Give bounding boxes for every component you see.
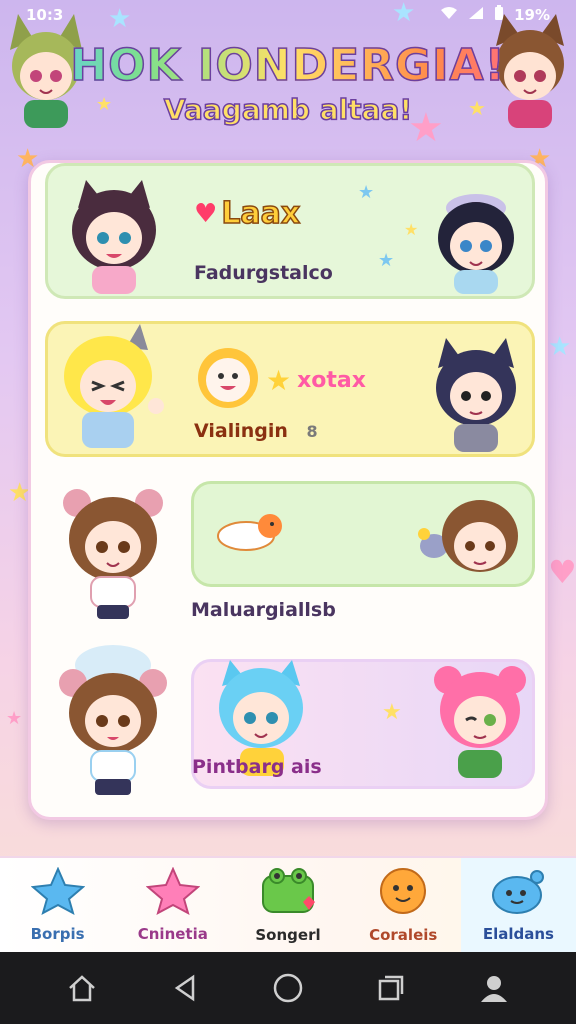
back-button[interactable] [165,968,205,1008]
profile-button[interactable] [474,968,514,1008]
chibi-robot-girl-avatar [428,182,524,298]
green-frog-icon [259,866,317,920]
card-1-label: Fadurgstalco [194,262,333,284]
chibi-bear-girl-avatar [55,481,171,625]
nav-item-5-label: Elaldans [482,925,554,943]
chibi-cat-girl-avatar [64,174,164,298]
card-3-label: Maluargiallsb [191,599,336,621]
card-2-badge: ★ xotax [196,346,366,414]
star-icon: ★ [382,700,402,725]
star-icon: ★ [378,250,395,271]
wifi-icon [440,6,458,24]
nav-item-2-label: Cninetia [137,925,208,943]
star-icon: ★ [392,0,416,28]
chibi-pink-hair-girl-avatar [430,658,530,782]
signal-icon [468,6,484,24]
app-title: HOK IONDERGIA! [0,39,576,92]
chibi-brown-hair-boy-avatar [414,494,524,590]
star-icon: ★ [404,220,419,239]
back-triangle-icon [174,974,195,1002]
circle-icon [273,973,303,1003]
heart-icon: ♥ [548,553,576,591]
home-icon [68,975,95,1002]
star-icon: ★ [548,332,572,362]
nav-item-2[interactable]: Cninetia [115,858,230,952]
nav-item-3[interactable]: Songerl [230,858,345,952]
character-card-3[interactable] [191,481,535,587]
bottom-navigation: Borpis Cninetia Songerl Coraleis Elaldan… [0,856,576,952]
system-navigation-bar [0,952,576,1024]
home-circle-button[interactable] [268,968,308,1008]
character-card-1[interactable]: ♥ Laax Fadurgstalco ★ ★ ★ [45,163,535,299]
card-1-badge-text: Laax [221,195,301,232]
character-list-panel: ♥ Laax Fadurgstalco ★ ★ ★ ★ xotax Vialin… [28,160,548,820]
recents-icon [378,975,404,1001]
chibi-bear-beanie-avatar [53,641,173,805]
star-icon: ★ [108,4,132,34]
nav-item-4[interactable]: Coraleis [346,858,461,952]
smiley-face-icon [196,346,260,414]
nav-item-1-label: Borpis [30,925,85,943]
card-1-badge: ♥ Laax [194,195,301,232]
app-header: HOK IONDERGIA! Vaagamb altaa! [0,39,576,127]
card-2-note: 8 [306,422,318,441]
card-2-badge-text: xotax [297,367,366,393]
chibi-blonde-cat-avatar [52,320,172,456]
heart-icon: ♥ [194,198,218,229]
character-card-2[interactable]: ★ xotax Vialingin 8 [45,321,535,457]
person-icon [481,976,508,1002]
blue-blob-icon [489,867,547,919]
app-subtitle: Vaagamb altaa! [163,92,413,127]
flying-fox-icon [210,502,290,566]
character-card-4[interactable]: ★ Pintbarg ais [191,659,535,789]
nav-item-5[interactable]: Elaldans [460,858,576,952]
home-button[interactable] [62,968,102,1008]
card-4-label: Pintbarg ais [192,756,322,778]
star-icon: ★ [6,708,23,729]
chibi-dark-hair-cat-avatar [426,332,526,456]
nav-item-3-label: Songerl [255,926,321,944]
star-icon: ★ [358,182,375,203]
nav-item-4-label: Coraleis [369,926,438,944]
recents-button[interactable] [371,968,411,1008]
pink-star-icon [145,866,201,919]
card-2-label: Vialingin 8 [194,420,318,442]
star-icon: ★ [266,363,292,397]
blue-star-icon [30,866,85,919]
orange-blob-icon [378,866,428,920]
nav-item-1[interactable]: Borpis [0,858,115,952]
card-2-label-text: Vialingin [194,420,288,442]
